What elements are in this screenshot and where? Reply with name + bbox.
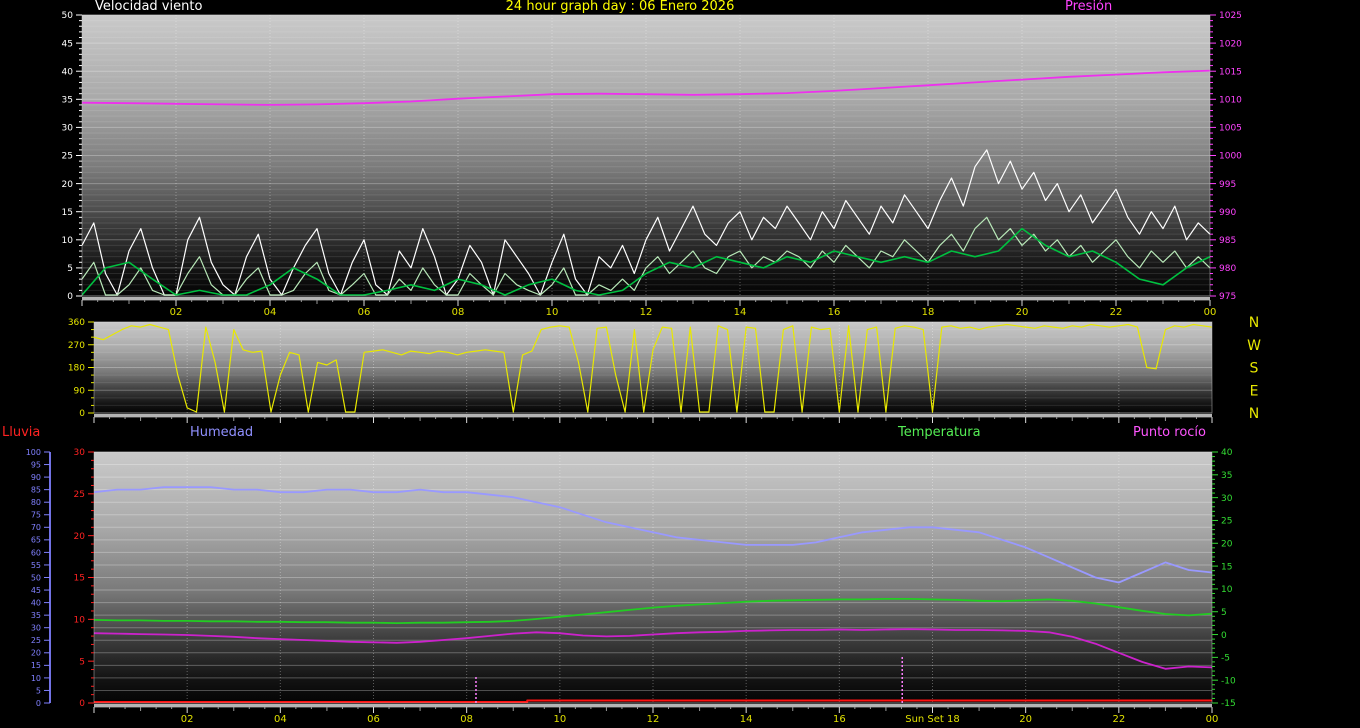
svg-text:25: 25 (74, 490, 85, 500)
svg-text:12: 12 (640, 307, 653, 318)
svg-text:90: 90 (31, 473, 41, 482)
svg-text:E: E (1250, 383, 1259, 399)
svg-text:60: 60 (31, 548, 41, 557)
svg-text:995: 995 (1219, 180, 1236, 190)
svg-text:20: 20 (1016, 307, 1029, 318)
svg-text:15: 15 (62, 208, 73, 218)
svg-text:1010: 1010 (1219, 96, 1242, 106)
svg-text:1005: 1005 (1219, 124, 1242, 134)
svg-text:30: 30 (62, 124, 74, 134)
svg-text:25: 25 (31, 636, 41, 645)
svg-text:985: 985 (1219, 236, 1236, 246)
svg-text:35: 35 (62, 96, 73, 106)
svg-text:0: 0 (67, 292, 73, 302)
svg-text:16: 16 (828, 307, 841, 318)
svg-text:75: 75 (31, 511, 41, 520)
weather-chart-canvas: 5045403530252015105010251020101510101005… (0, 0, 1360, 728)
svg-text:08: 08 (460, 714, 473, 725)
svg-text:1000: 1000 (1219, 152, 1242, 162)
svg-text:270: 270 (68, 341, 85, 351)
svg-text:20: 20 (62, 180, 74, 190)
svg-text:16: 16 (833, 714, 846, 725)
svg-text:08: 08 (452, 307, 465, 318)
svg-text:5: 5 (67, 264, 73, 274)
svg-text:65: 65 (31, 536, 41, 545)
svg-text:1025: 1025 (1219, 11, 1242, 21)
svg-text:55: 55 (31, 561, 41, 570)
svg-text:30: 30 (31, 624, 41, 633)
svg-text:5: 5 (79, 657, 85, 667)
svg-text:22: 22 (1110, 307, 1123, 318)
svg-text:85: 85 (31, 486, 41, 495)
svg-text:990: 990 (1219, 208, 1236, 218)
svg-text:14: 14 (734, 307, 747, 318)
svg-text:04: 04 (274, 714, 287, 725)
svg-text:04: 04 (264, 307, 277, 318)
svg-text:5: 5 (1221, 608, 1227, 618)
svg-text:360: 360 (68, 318, 85, 328)
svg-text:10: 10 (62, 236, 74, 246)
weather-station-dashboard: Velocidad viento 24 hour graph day : 06 … (0, 0, 1360, 728)
svg-text:W: W (1247, 338, 1261, 354)
svg-text:0: 0 (79, 409, 85, 419)
svg-text:18: 18 (922, 307, 935, 318)
svg-text:15: 15 (31, 661, 41, 670)
svg-text:10: 10 (553, 714, 566, 725)
svg-text:90: 90 (74, 386, 86, 396)
svg-text:95: 95 (31, 460, 41, 469)
svg-text:15: 15 (1221, 562, 1232, 572)
svg-text:100: 100 (26, 448, 41, 457)
svg-text:20: 20 (1019, 714, 1032, 725)
svg-text:0: 0 (79, 699, 85, 709)
svg-text:30: 30 (74, 448, 86, 458)
svg-text:00: 00 (1204, 307, 1217, 318)
svg-text:-15: -15 (1221, 699, 1236, 709)
svg-text:35: 35 (31, 611, 41, 620)
svg-text:5: 5 (36, 686, 41, 695)
svg-text:980: 980 (1219, 264, 1236, 274)
svg-text:Sun Set 18: Sun Set 18 (905, 714, 960, 725)
svg-text:10: 10 (1221, 585, 1233, 595)
svg-text:22: 22 (1112, 714, 1125, 725)
svg-text:0: 0 (36, 699, 41, 708)
svg-text:70: 70 (31, 523, 41, 532)
svg-text:N: N (1249, 315, 1259, 331)
svg-text:10: 10 (74, 616, 86, 626)
svg-text:40: 40 (62, 67, 74, 77)
svg-text:25: 25 (1221, 517, 1232, 527)
svg-text:02: 02 (170, 307, 183, 318)
svg-text:80: 80 (31, 498, 41, 507)
svg-text:20: 20 (31, 649, 41, 658)
svg-text:1015: 1015 (1219, 67, 1242, 77)
svg-text:14: 14 (740, 714, 753, 725)
svg-text:0: 0 (1221, 631, 1227, 641)
svg-text:40: 40 (31, 598, 41, 607)
svg-text:12: 12 (647, 714, 660, 725)
svg-text:30: 30 (1221, 494, 1233, 504)
svg-text:10: 10 (546, 307, 559, 318)
svg-text:20: 20 (74, 532, 86, 542)
svg-text:50: 50 (62, 11, 74, 21)
svg-text:45: 45 (31, 586, 41, 595)
svg-text:10: 10 (31, 674, 41, 683)
svg-text:-5: -5 (1221, 654, 1230, 664)
svg-text:00: 00 (1206, 714, 1219, 725)
svg-text:S: S (1250, 361, 1259, 377)
svg-text:45: 45 (62, 39, 73, 49)
svg-text:20: 20 (1221, 539, 1233, 549)
svg-text:06: 06 (367, 714, 380, 725)
svg-text:50: 50 (31, 573, 41, 582)
svg-text:975: 975 (1219, 292, 1236, 302)
svg-text:25: 25 (62, 152, 73, 162)
svg-text:180: 180 (68, 364, 85, 374)
svg-text:-10: -10 (1221, 676, 1236, 686)
svg-text:15: 15 (74, 574, 85, 584)
svg-text:02: 02 (181, 714, 194, 725)
svg-text:1020: 1020 (1219, 39, 1242, 49)
svg-text:40: 40 (1221, 448, 1233, 458)
svg-text:06: 06 (358, 307, 371, 318)
svg-text:N: N (1249, 406, 1259, 422)
svg-text:35: 35 (1221, 471, 1232, 481)
